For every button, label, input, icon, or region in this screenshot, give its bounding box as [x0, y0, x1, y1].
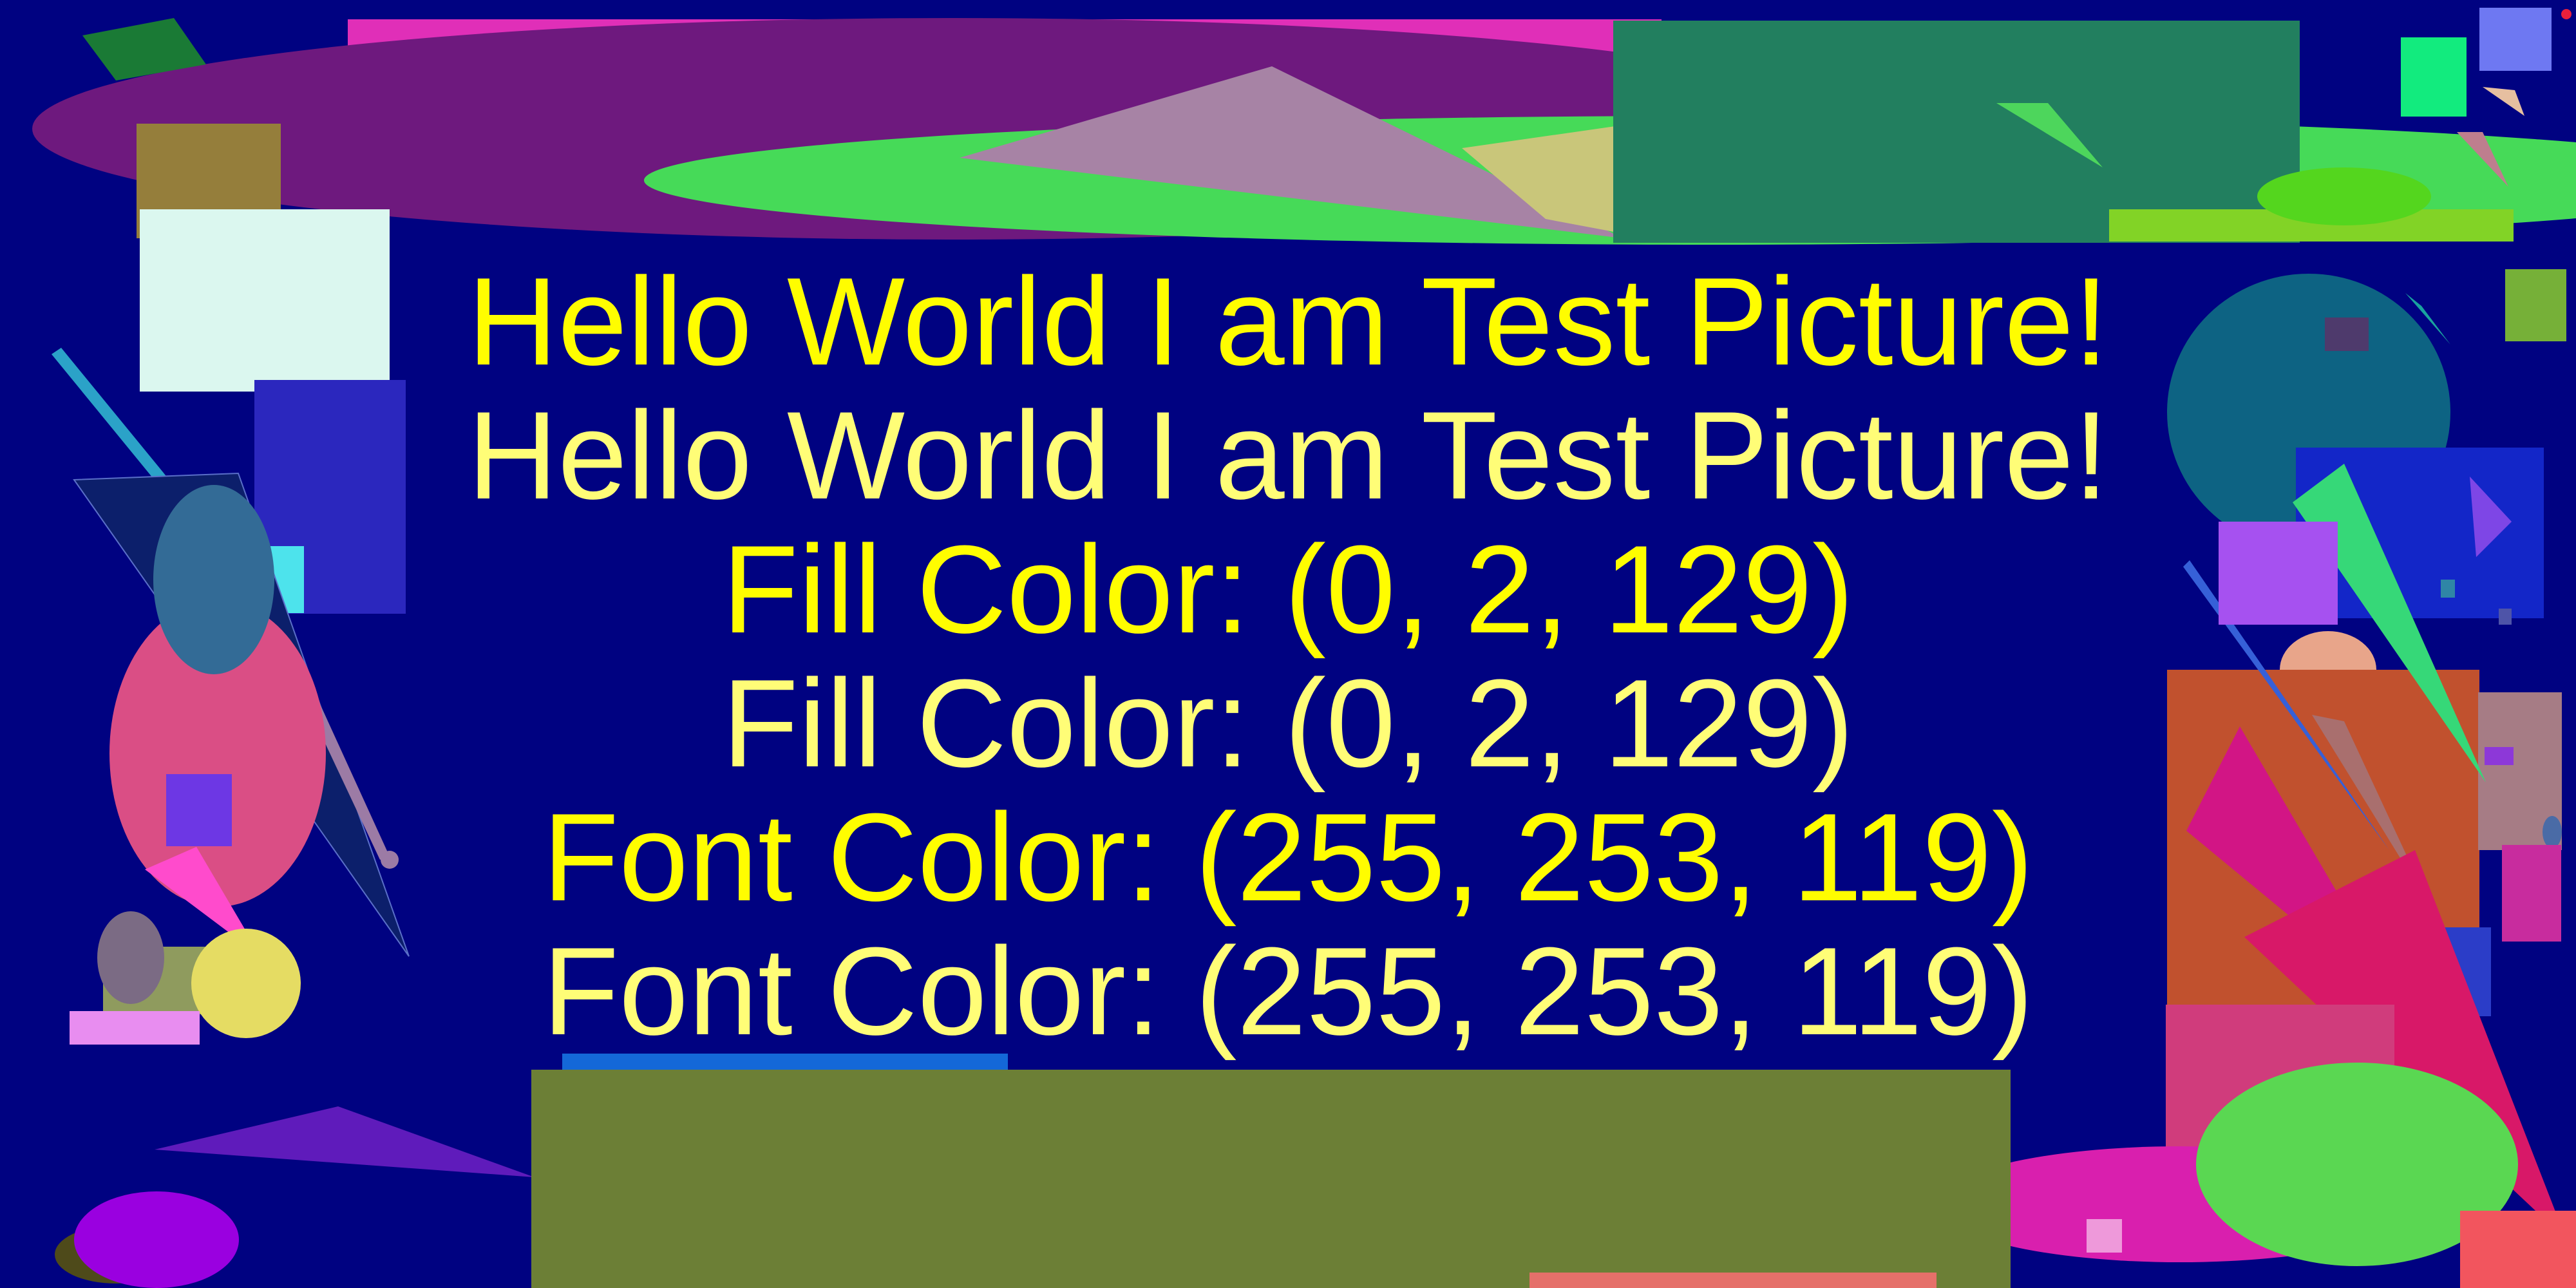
periwinkle-square — [2479, 8, 2552, 71]
text-line-6: Font Color: (255, 253, 119) — [542, 922, 2034, 1061]
salmon-bottom-strip — [1530, 1273, 1937, 1288]
spring-green-square — [2401, 37, 2467, 117]
text-line-2: Hello World I am Test Picture! — [467, 386, 2109, 526]
violet-wedge — [155, 1106, 535, 1177]
red-dot — [2561, 9, 2571, 19]
test-picture-canvas: Hello World I am Test Picture! Hello Wor… — [0, 0, 2576, 1288]
purple-bottom-ellipse — [74, 1191, 239, 1288]
text-line-5: Font Color: (255, 253, 119) — [542, 788, 2034, 927]
pale-pink-square — [2087, 1219, 2122, 1253]
text-line-1: Hello World I am Test Picture! — [467, 252, 2109, 392]
olive-bottom-rect — [531, 1070, 2011, 1288]
text-line-4: Fill Color: (0, 2, 129) — [722, 654, 1854, 793]
lime-ellipse — [2257, 167, 2431, 225]
text-line-3: Fill Color: (0, 2, 129) — [722, 520, 1854, 659]
salmon-corner-rect — [2460, 1211, 2576, 1288]
peach-sliver — [2483, 87, 2524, 116]
